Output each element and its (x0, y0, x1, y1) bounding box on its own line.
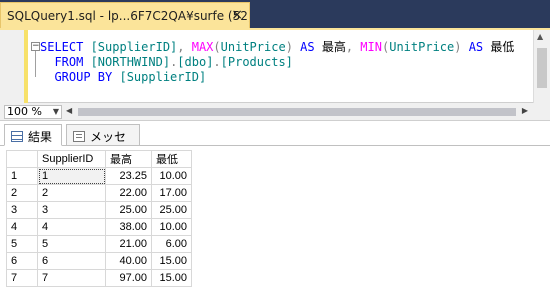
cell-max[interactable]: 21.00 (105, 235, 152, 253)
cell-max[interactable]: 25.00 (105, 201, 152, 219)
code-token: [NORTHWIND] (90, 55, 171, 69)
horizontal-scroll-thumb[interactable] (78, 108, 516, 116)
outline-line (35, 51, 36, 77)
table-row[interactable]: 3 3 25.00 25.00 (6, 201, 192, 219)
row-number[interactable]: 3 (6, 201, 38, 219)
editor-vertical-scrollbar[interactable]: ▲ (533, 30, 550, 103)
cell-supplierid[interactable]: 7 (37, 269, 106, 287)
close-icon[interactable]: × (231, 7, 243, 23)
table-row[interactable]: 1 1 23.25 10.00 (6, 167, 192, 185)
cell-max[interactable]: 97.00 (105, 269, 152, 287)
cell-min[interactable]: 25.00 (151, 201, 192, 219)
column-header-min[interactable]: 最低 (151, 150, 192, 168)
code-token: AS (300, 40, 322, 54)
cell-min[interactable]: 15.00 (151, 252, 192, 270)
sql-editor[interactable]: − SELECT [SupplierID], MAX(UnitPrice) AS… (0, 30, 550, 103)
code-token: UnitPrice (389, 40, 455, 54)
table-row[interactable]: 4 4 38.00 10.00 (6, 218, 192, 236)
code-token: SELECT (40, 40, 91, 54)
scroll-right-icon[interactable]: ▶ (522, 106, 528, 115)
sql-code[interactable]: SELECT [SupplierID], MAX(UnitPrice) AS 最… (40, 40, 514, 85)
cell-min[interactable]: 17.00 (151, 184, 192, 202)
tab-results-label: 結果 (28, 130, 53, 144)
tab-results[interactable]: 結果 (4, 124, 62, 146)
collapse-icon[interactable]: − (31, 42, 40, 51)
cell-min[interactable]: 10.00 (151, 218, 192, 236)
code-token: ( (213, 40, 221, 54)
code-line[interactable]: FROM [NORTHWIND].[dbo].[Products] (40, 55, 514, 70)
scroll-up-icon[interactable]: ▲ (537, 32, 543, 41)
cell-max[interactable]: 23.25 (105, 167, 152, 185)
zoom-bar: 100 % ▼ ◀ ▶ (0, 103, 550, 121)
document-tabbar: SQLQuery1.sql - lp...6F7C2QA¥surfe (52))… (0, 0, 550, 30)
code-token: GROUP BY (40, 70, 120, 84)
code-token: MIN (360, 40, 382, 54)
table-row[interactable]: 2 2 22.00 17.00 (6, 184, 192, 202)
row-number[interactable]: 5 (6, 235, 38, 253)
row-number[interactable]: 7 (6, 269, 38, 287)
code-token: FROM (40, 55, 91, 69)
query-window: − SELECT [SupplierID], MAX(UnitPrice) AS… (0, 30, 550, 291)
query-tab-title: SQLQuery1.sql - lp...6F7C2QA¥surfe (52))… (7, 9, 250, 23)
code-token: , (345, 40, 361, 54)
change-margin-bar (24, 30, 28, 103)
cell-supplierid[interactable]: 6 (37, 252, 106, 270)
results-grid[interactable]: SupplierID 最高 最低 1 1 23.25 10.00 2 2 22.00 17.0… (0, 146, 550, 291)
code-token: , (177, 40, 192, 54)
scroll-thumb[interactable] (537, 48, 547, 88)
code-token: [SupplierID] (119, 70, 207, 84)
results-table: SupplierID 最高 最低 1 1 23.25 10.00 2 2 22.00 17.0… (6, 150, 192, 287)
code-token: ) (454, 40, 469, 54)
header-row: SupplierID 最高 最低 (6, 150, 192, 168)
zoom-select[interactable]: 100 % ▼ (4, 105, 62, 119)
result-tabs: 結果 メッセージ (0, 122, 550, 161)
cell-min[interactable]: 10.00 (151, 167, 192, 185)
table-row[interactable]: 6 6 40.00 15.00 (6, 252, 192, 270)
scroll-left-icon[interactable]: ◀ (66, 106, 72, 115)
editor-horizontal-scrollbar[interactable]: ◀ ▶ (66, 106, 528, 118)
code-token: AS (468, 40, 491, 54)
chevron-down-icon[interactable]: ▼ (53, 106, 59, 118)
code-token: ) (285, 40, 301, 54)
code-token: [SupplierID] (90, 40, 178, 54)
tab-messages[interactable]: メッセージ (66, 124, 140, 161)
query-tab[interactable]: SQLQuery1.sql - lp...6F7C2QA¥surfe (52))… (0, 2, 250, 28)
cell-supplierid[interactable]: 5 (37, 235, 106, 253)
table-row[interactable]: 5 5 21.00 6.00 (6, 235, 192, 253)
grid-icon (11, 131, 23, 142)
cell-min[interactable]: 6.00 (151, 235, 192, 253)
code-line[interactable]: GROUP BY [SupplierID] (40, 70, 514, 85)
row-number-header[interactable] (6, 150, 38, 168)
cell-max[interactable]: 40.00 (105, 252, 152, 270)
cell-max[interactable]: 22.00 (105, 184, 152, 202)
code-token: [dbo] (177, 55, 214, 69)
cell-max[interactable]: 38.00 (105, 218, 152, 236)
row-number[interactable]: 2 (6, 184, 38, 202)
cell-supplierid[interactable]: 1 (37, 167, 106, 185)
cell-min[interactable]: 15.00 (151, 269, 192, 287)
column-header-supplierid[interactable]: SupplierID (37, 150, 106, 168)
code-token: . (213, 55, 221, 69)
code-line[interactable]: SELECT [SupplierID], MAX(UnitPrice) AS 最… (40, 40, 514, 55)
zoom-value: 100 % (7, 105, 42, 118)
cell-supplierid[interactable]: 2 (37, 184, 106, 202)
code-token: 最低 (490, 40, 515, 54)
cell-supplierid[interactable]: 4 (37, 218, 106, 236)
table-row[interactable]: 7 7 97.00 15.00 (6, 269, 192, 287)
code-token: UnitPrice (220, 40, 286, 54)
code-token: 最高 (321, 40, 346, 54)
row-number[interactable]: 4 (6, 218, 38, 236)
row-number[interactable]: 1 (6, 167, 38, 185)
cell-supplierid[interactable]: 3 (37, 201, 106, 219)
message-icon (73, 131, 85, 142)
code-token: MAX (191, 40, 214, 54)
row-number[interactable]: 6 (6, 252, 38, 270)
editor-gutter (0, 30, 24, 103)
column-header-max[interactable]: 最高 (105, 150, 152, 168)
code-token: [Products] (220, 55, 293, 69)
